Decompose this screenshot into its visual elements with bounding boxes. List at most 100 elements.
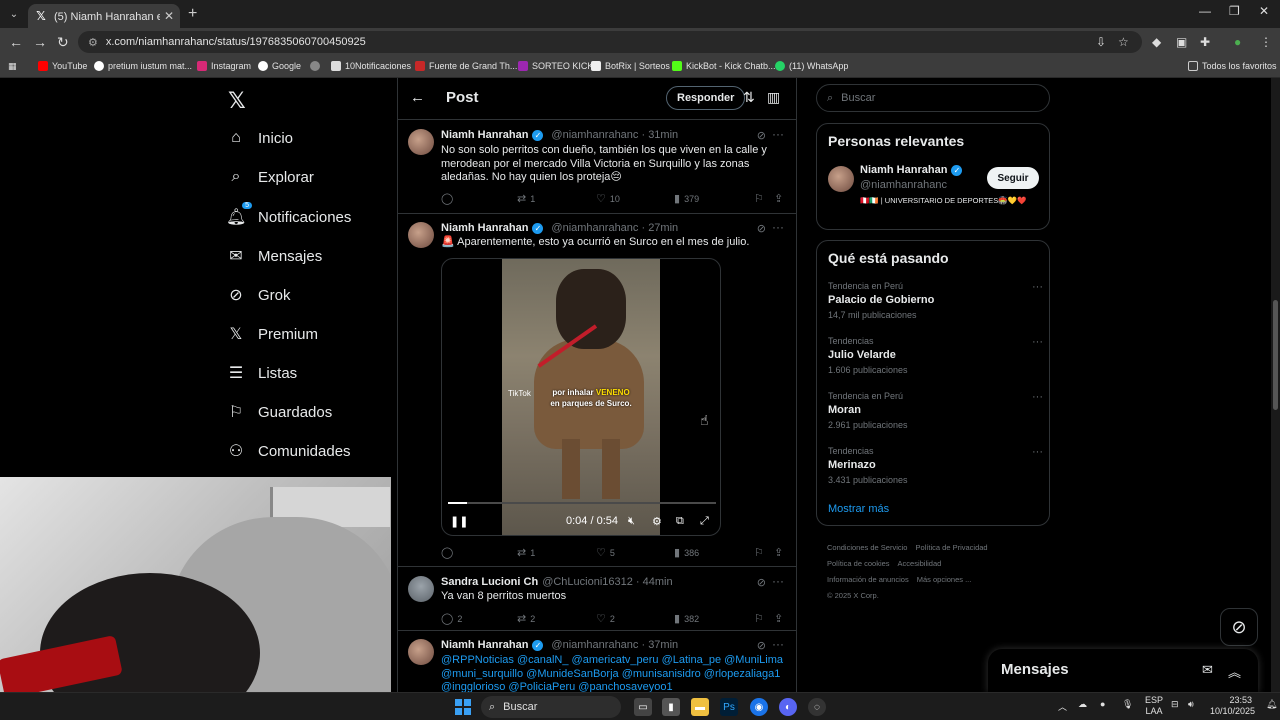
reply-button[interactable]: Responder bbox=[666, 86, 746, 110]
notifications-bell-icon[interactable]: 🔔︎ bbox=[1266, 699, 1277, 710]
trend-item[interactable]: Tendencias Merinazo 3.431 publicaciones … bbox=[828, 446, 1043, 485]
footer-link[interactable]: Política de cookies bbox=[827, 559, 890, 568]
tray-app-icon[interactable]: ● bbox=[1100, 699, 1105, 709]
obs-icon[interactable]: ◌ bbox=[808, 698, 826, 716]
pause-icon[interactable]: ❚❚ bbox=[450, 515, 468, 528]
author-name[interactable]: Sandra Lucioni Ch bbox=[441, 576, 538, 588]
chrome-icon[interactable]: ◉ bbox=[750, 698, 768, 716]
discord-icon[interactable]: ◐ bbox=[779, 698, 797, 716]
relevant-name[interactable]: Niamh Hanrahan ✓ bbox=[860, 164, 966, 176]
tray-chevron-icon[interactable]: ︿ bbox=[1058, 700, 1067, 713]
x-logo-icon[interactable]: 𝕏 bbox=[228, 88, 246, 114]
forward-icon[interactable]: → bbox=[33, 34, 47, 50]
tab-list-icon[interactable]: ⌄ bbox=[6, 6, 22, 22]
extension-icon[interactable]: ◆ bbox=[1152, 35, 1161, 49]
scrollbar-thumb[interactable] bbox=[1273, 300, 1278, 410]
trend-item[interactable]: Tendencia en Perú Palacio de Gobierno 14… bbox=[828, 281, 1043, 320]
reply-action[interactable]: ◯ bbox=[441, 192, 457, 205]
pip-icon[interactable]: ⧉ bbox=[676, 515, 684, 528]
all-bookmarks[interactable]: Todos los favoritos bbox=[1188, 61, 1277, 71]
photoshop-icon[interactable]: Ps bbox=[720, 698, 738, 716]
author-name[interactable]: Niamh Hanrahan bbox=[441, 129, 528, 141]
nav-premium[interactable]: 𝕏 Premium bbox=[226, 324, 318, 344]
views-action[interactable]: ▮ 386 bbox=[674, 546, 699, 559]
like-action[interactable]: ♡ 2 bbox=[596, 612, 615, 625]
more-options-icon[interactable]: ··· bbox=[1032, 446, 1043, 458]
site-info-icon[interactable]: ⚙ bbox=[88, 36, 98, 49]
globe-bookmark[interactable] bbox=[310, 61, 324, 71]
extensions-puzzle-icon[interactable]: ✚ bbox=[1200, 35, 1210, 49]
expand-chevron-icon[interactable]: ︽ bbox=[1228, 662, 1241, 681]
grok-explain-icon[interactable]: ⊘ bbox=[757, 129, 766, 142]
reader-mode-icon[interactable]: ▥ bbox=[767, 89, 780, 106]
avatar[interactable] bbox=[408, 639, 434, 665]
nav-grok[interactable]: ⊘ Grok bbox=[226, 285, 290, 305]
bookmark-botrix[interactable]: BotRix | Sorteos bbox=[591, 61, 670, 71]
mic-icon[interactable]: 🎙︎ bbox=[1122, 699, 1133, 710]
minimize-icon[interactable]: — bbox=[1199, 4, 1211, 18]
bookmark-grand-theft[interactable]: Fuente de Grand Th... bbox=[415, 61, 517, 71]
messages-drawer[interactable]: Mensajes ✉ ︽ bbox=[988, 649, 1258, 692]
nav-mensajes[interactable]: ✉ Mensajes bbox=[226, 246, 322, 266]
nav-inicio[interactable]: ⌂ Inicio bbox=[226, 129, 293, 147]
author-handle[interactable]: @niamhanrahanc · 27min bbox=[551, 222, 678, 234]
retweet-action[interactable]: ⇄ 1 bbox=[517, 546, 535, 559]
bookmark-action[interactable]: ⚐ bbox=[754, 192, 768, 205]
mute-icon[interactable]: 🔇︎ bbox=[628, 515, 635, 528]
profile-avatar-icon[interactable]: ● bbox=[1234, 35, 1241, 49]
relevant-handle[interactable]: @niamhanrahanc bbox=[860, 179, 947, 191]
reply-action[interactable]: ◯ bbox=[441, 546, 457, 559]
video-player[interactable]: TikTok por inhalar VENENO en parques de S… bbox=[441, 258, 721, 536]
more-options-icon[interactable]: ··· bbox=[772, 127, 784, 141]
onedrive-icon[interactable]: ☁ bbox=[1078, 699, 1087, 710]
bookmark-10notificaciones[interactable]: 10Notificaciones bbox=[331, 61, 411, 71]
settings-gear-icon[interactable]: ⚙ bbox=[652, 515, 662, 528]
footer-link[interactable]: Accesibilidad bbox=[898, 559, 942, 568]
more-options-icon[interactable]: ··· bbox=[1032, 281, 1043, 293]
search-input[interactable]: ⌕ Buscar bbox=[816, 84, 1050, 112]
back-arrow-icon[interactable]: ← bbox=[410, 89, 425, 106]
share-action[interactable]: ⇪ bbox=[774, 612, 787, 625]
install-app-icon[interactable]: ⇩ bbox=[1096, 35, 1106, 49]
bookmark-kickbot[interactable]: KickBot - Kick Chatb... bbox=[672, 61, 776, 71]
back-icon[interactable]: ← bbox=[9, 34, 23, 50]
like-action[interactable]: ♡ 5 bbox=[596, 546, 615, 559]
views-action[interactable]: ▮ 379 bbox=[674, 192, 699, 205]
avatar[interactable] bbox=[408, 222, 434, 248]
bookmark-youtube[interactable]: YouTube bbox=[38, 61, 87, 71]
views-action[interactable]: ▮ 382 bbox=[674, 612, 699, 625]
show-more-link[interactable]: Mostrar más bbox=[828, 503, 889, 515]
grok-explain-icon[interactable]: ⊘ bbox=[757, 576, 766, 589]
share-action[interactable]: ⇪ bbox=[774, 546, 787, 559]
new-tab-icon[interactable]: + bbox=[188, 5, 197, 23]
file-explorer-icon[interactable]: ▬ bbox=[691, 698, 709, 716]
nav-guardados[interactable]: ⚐ Guardados bbox=[226, 402, 332, 422]
bookmark-action[interactable]: ⚐ bbox=[754, 546, 768, 559]
nav-listas[interactable]: ☰ Listas bbox=[226, 363, 297, 383]
new-message-icon[interactable]: ✉ bbox=[1202, 662, 1213, 678]
windows-start-icon[interactable] bbox=[455, 699, 471, 715]
network-icon[interactable]: ⊟ bbox=[1171, 699, 1179, 710]
more-options-icon[interactable]: ··· bbox=[1032, 336, 1043, 348]
bookmark-action[interactable]: ⚐ bbox=[754, 612, 768, 625]
retweet-action[interactable]: ⇄ 1 bbox=[517, 192, 535, 205]
more-options-icon[interactable]: ··· bbox=[1032, 391, 1043, 403]
footer-link[interactable]: Política de Privacidad bbox=[915, 543, 987, 552]
reload-icon[interactable]: ↻ bbox=[57, 34, 69, 51]
footer-link[interactable]: Más opciones ... bbox=[917, 575, 972, 584]
tweet-text[interactable]: @RPPNoticias @canalN_ @americatv_peru @L… bbox=[441, 654, 786, 692]
close-window-icon[interactable]: ✕ bbox=[1259, 4, 1269, 18]
author-name[interactable]: Niamh Hanrahan bbox=[441, 639, 528, 651]
author-name[interactable]: Niamh Hanrahan bbox=[441, 222, 528, 234]
menu-kebab-icon[interactable]: ⋮ bbox=[1260, 35, 1272, 49]
tweet[interactable]: Niamh Hanrahan ✓ @niamhanrahanc · 27min ⊘ … bbox=[398, 214, 796, 567]
clock[interactable]: 23:53 10/10/2025 bbox=[1210, 695, 1255, 717]
author-handle[interactable]: @niamhanrahanc · 37min bbox=[551, 639, 678, 651]
fullscreen-icon[interactable]: ⤢ bbox=[700, 515, 709, 528]
address-bar[interactable]: ⚙ x.com/niamhanrahanc/status/19768350607… bbox=[78, 31, 1142, 53]
author-handle[interactable]: @ChLucioni16312 · 44min bbox=[542, 576, 672, 588]
more-options-icon[interactable]: ··· bbox=[772, 574, 784, 588]
like-action[interactable]: ♡ 10 bbox=[596, 192, 620, 205]
page-scrollbar[interactable] bbox=[1271, 78, 1280, 692]
bookmark-google[interactable]: Google bbox=[258, 61, 301, 71]
